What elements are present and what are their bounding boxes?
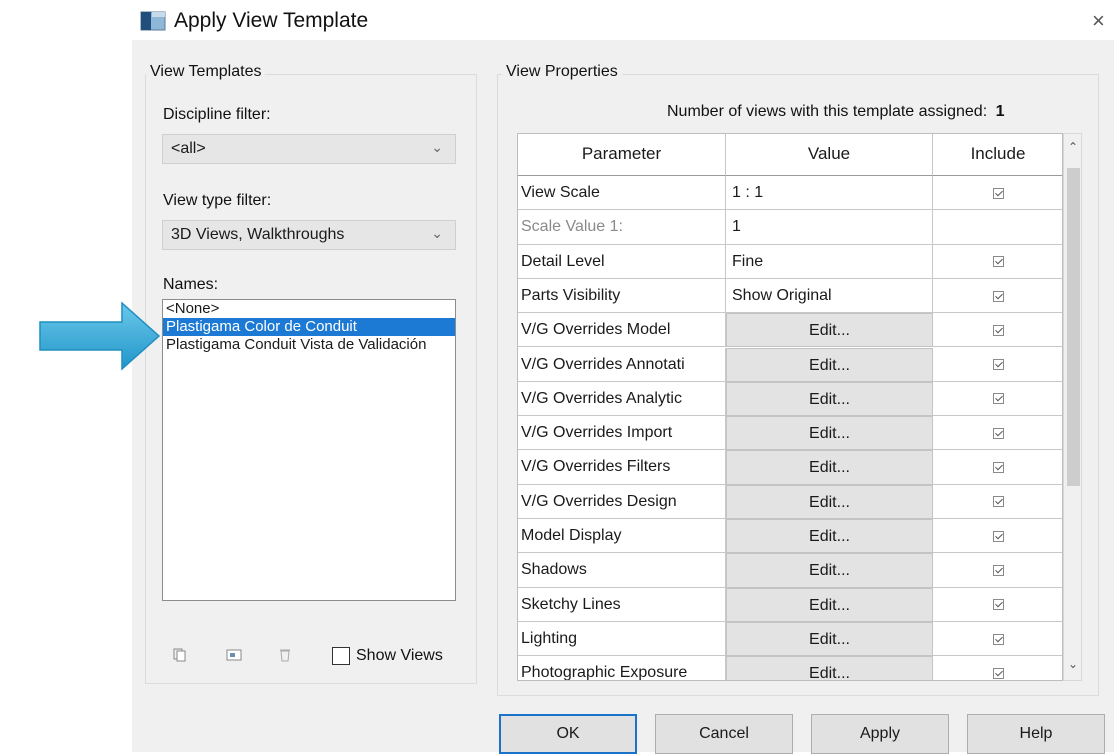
view-type-filter-value: 3D Views, Walkthroughs xyxy=(171,226,345,243)
include-cell xyxy=(933,313,1062,348)
view-type-filter-label: View type filter: xyxy=(163,192,272,209)
include-checkbox[interactable] xyxy=(993,564,1004,576)
edit-button[interactable]: Edit... xyxy=(726,313,933,348)
apply-button[interactable]: Apply xyxy=(811,714,949,754)
edit-button[interactable]: Edit... xyxy=(726,621,933,657)
rename-icon[interactable] xyxy=(226,648,242,665)
include-cell xyxy=(933,416,1062,451)
include-checkbox[interactable] xyxy=(993,667,1004,679)
parameter-cell: V/G Overrides Filters xyxy=(518,450,726,485)
value-cell[interactable]: Show Original xyxy=(726,278,933,314)
parameter-cell: Parts Visibility xyxy=(518,278,726,314)
names-list[interactable]: <None> Plastigama Color de Conduit Plast… xyxy=(162,299,456,601)
view-properties-group-title: View Properties xyxy=(502,63,622,81)
assigned-count-value: 1 xyxy=(995,103,1005,120)
revit-dialog-icon xyxy=(140,10,166,32)
parameter-cell: V/G Overrides Model xyxy=(518,313,726,348)
include-checkbox[interactable] xyxy=(993,530,1004,542)
show-views-label: Show Views xyxy=(356,647,443,664)
edit-button[interactable]: Edit... xyxy=(726,484,933,519)
discipline-filter-dropdown[interactable]: <all> ⌄ xyxy=(162,134,456,164)
include-checkbox[interactable] xyxy=(993,599,1004,611)
parameter-cell: Detail Level xyxy=(518,244,726,279)
edit-button[interactable]: Edit... xyxy=(726,347,933,382)
parameter-cell: Sketchy Lines xyxy=(518,587,726,622)
edit-button[interactable]: Edit... xyxy=(726,519,933,554)
assigned-count-label: Number of views with this template assig… xyxy=(667,103,988,120)
column-header-value[interactable]: Value xyxy=(726,134,933,176)
include-checkbox[interactable] xyxy=(993,324,1004,336)
annotation-arrow-icon xyxy=(38,300,162,377)
include-cell xyxy=(933,519,1062,554)
include-checkbox[interactable] xyxy=(993,496,1004,508)
help-button[interactable]: Help xyxy=(967,714,1105,754)
include-checkbox[interactable] xyxy=(993,393,1004,405)
include-cell xyxy=(933,382,1062,417)
include-cell xyxy=(933,622,1062,657)
value-cell[interactable]: 1 xyxy=(726,210,933,245)
parameter-cell: V/G Overrides Analytic xyxy=(518,381,726,417)
list-item-plastigama-color[interactable]: Plastigama Color de Conduit xyxy=(163,318,455,336)
ok-button[interactable]: OK xyxy=(499,714,637,754)
show-views-checkbox[interactable] xyxy=(332,647,350,665)
parameter-cell: Lighting xyxy=(518,621,726,657)
edit-button[interactable]: Edit... xyxy=(726,416,933,451)
include-cell xyxy=(933,485,1062,519)
include-checkbox[interactable] xyxy=(993,427,1004,439)
discipline-filter-label: Discipline filter: xyxy=(163,106,271,123)
list-item-plastigama-validacion[interactable]: Plastigama Conduit Vista de Validación xyxy=(163,336,455,354)
scroll-down-icon[interactable]: ⌄ xyxy=(1068,657,1078,671)
delete-icon[interactable] xyxy=(279,648,291,665)
column-header-include[interactable]: Include xyxy=(933,134,1062,176)
dialog-title: Apply View Template xyxy=(174,9,369,32)
list-item-none[interactable]: <None> xyxy=(163,300,455,318)
include-cell xyxy=(933,656,1062,680)
include-cell xyxy=(933,176,1062,211)
value-cell[interactable]: 1 : 1 xyxy=(726,176,933,211)
edit-button[interactable]: Edit... xyxy=(726,656,933,680)
include-cell xyxy=(933,348,1062,382)
parameter-cell: V/G Overrides Design xyxy=(518,484,726,519)
include-cell xyxy=(933,279,1062,314)
chevron-down-icon: ⌄ xyxy=(431,225,443,241)
close-icon[interactable]: × xyxy=(1092,8,1105,34)
duplicate-icon[interactable] xyxy=(173,648,187,665)
value-cell[interactable]: Fine xyxy=(726,244,933,279)
include-checkbox[interactable] xyxy=(993,187,1004,199)
properties-grid: Parameter Value Include View Scale 1 : 1S… xyxy=(517,133,1063,681)
include-checkbox[interactable] xyxy=(993,359,1004,371)
scroll-thumb[interactable] xyxy=(1067,168,1080,486)
edit-button[interactable]: Edit... xyxy=(726,381,933,417)
view-type-filter-dropdown[interactable]: 3D Views, Walkthroughs ⌄ xyxy=(162,220,456,250)
view-templates-group-title: View Templates xyxy=(146,63,266,81)
parameter-cell: Model Display xyxy=(518,519,726,554)
parameter-cell: Scale Value 1: xyxy=(518,210,726,245)
include-cell xyxy=(933,245,1062,279)
include-cell xyxy=(933,553,1062,588)
names-label: Names: xyxy=(163,276,219,293)
include-checkbox[interactable] xyxy=(993,462,1004,474)
chevron-down-icon: ⌄ xyxy=(431,139,443,155)
scroll-up-icon[interactable]: ⌃ xyxy=(1068,140,1078,154)
assigned-count-text: Number of views with this template assig… xyxy=(667,103,1005,121)
edit-button[interactable]: Edit... xyxy=(726,553,933,588)
discipline-filter-value: <all> xyxy=(171,140,206,157)
include-cell xyxy=(933,450,1062,485)
parameter-cell: V/G Overrides Import xyxy=(518,416,726,451)
parameter-cell: Photographic Exposure xyxy=(518,656,726,680)
edit-button[interactable]: Edit... xyxy=(726,450,933,485)
cancel-button[interactable]: Cancel xyxy=(655,714,793,754)
include-cell xyxy=(933,588,1062,622)
include-checkbox[interactable] xyxy=(993,633,1004,645)
grid-scrollbar[interactable]: ⌃ ⌄ xyxy=(1063,133,1082,681)
parameter-cell: View Scale xyxy=(518,176,726,211)
column-header-parameter[interactable]: Parameter xyxy=(518,134,726,176)
include-checkbox[interactable] xyxy=(993,256,1004,268)
edit-button[interactable]: Edit... xyxy=(726,587,933,622)
parameter-cell: Shadows xyxy=(518,553,726,588)
include-cell xyxy=(933,210,1062,245)
parameter-cell: V/G Overrides Annotati xyxy=(518,347,726,382)
include-checkbox[interactable] xyxy=(993,290,1004,302)
